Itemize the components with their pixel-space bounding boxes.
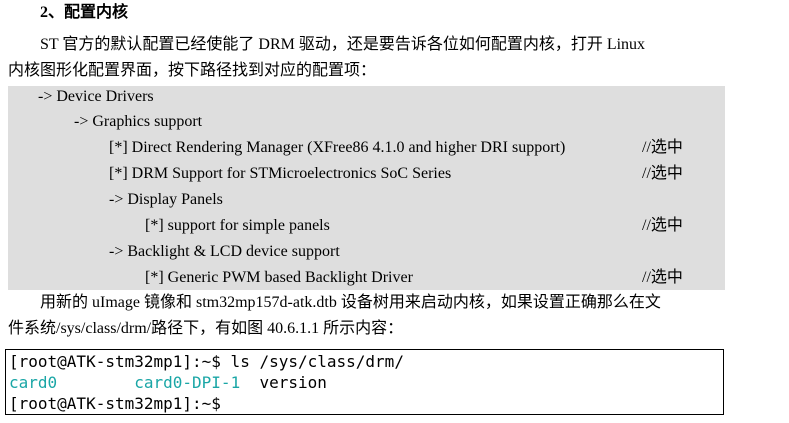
config-item-device-drivers: -> Device Drivers: [38, 88, 154, 105]
file-entry-version: version: [259, 373, 327, 392]
config-note: //选中: [642, 165, 683, 182]
after-line-2: 件系统/sys/class/drm/路径下，有如图 40.6.1.1 所示内容：: [8, 320, 404, 337]
dir-entry-card0-dpi-1: card0-DPI-1: [134, 373, 241, 392]
config-note: //选中: [642, 139, 683, 156]
dir-entry-card0: card0: [9, 373, 58, 392]
config-note: //选中: [642, 269, 683, 286]
intro-line-2: 内核图形化配置界面，按下路径找到对应的配置项：: [8, 62, 377, 79]
config-item-graphics-support: -> Graphics support: [74, 113, 203, 130]
after-line-1: 用新的 uImage 镜像和 stm32mp157d-atk.dtb 设备树用来…: [40, 294, 661, 311]
config-item-simple-panels: [*] support for simple panels: [145, 217, 330, 234]
terminal-prompt-line: [root@ATK-stm32mp1]:~$: [9, 394, 221, 413]
terminal-command-line: [root@ATK-stm32mp1]:~$ ls /sys/class/drm…: [9, 352, 404, 371]
intro-paragraph: ST 官方的默认配置已经使能了 DRM 驱动，还是要告诉各位如何配置内核，打开 …: [8, 32, 708, 84]
terminal-output: [root@ATK-stm32mp1]:~$ ls /sys/class/drm…: [5, 349, 724, 415]
section-heading: 2、配置内核: [40, 4, 129, 21]
intro-line-1: ST 官方的默认配置已经使能了 DRM 驱动，还是要告诉各位如何配置内核，打开 …: [40, 36, 646, 53]
config-item-drm-stm: [*] DRM Support for STMicroelectronics S…: [109, 165, 452, 182]
config-item-backlight-lcd: -> Backlight & LCD device support: [109, 243, 340, 260]
config-item-display-panels: -> Display Panels: [109, 191, 223, 208]
after-paragraph: 用新的 uImage 镜像和 stm32mp157d-atk.dtb 设备树用来…: [8, 290, 708, 342]
terminal-listing-line: card0 card0-DPI-1 version: [9, 372, 723, 393]
config-path-block: -> Device Drivers -> Graphics support [*…: [8, 86, 725, 290]
config-item-pwm-backlight: [*] Generic PWM based Backlight Driver: [145, 269, 413, 286]
config-note: //选中: [642, 217, 683, 234]
config-item-drm-manager: [*] Direct Rendering Manager (XFree86 4.…: [109, 139, 566, 156]
